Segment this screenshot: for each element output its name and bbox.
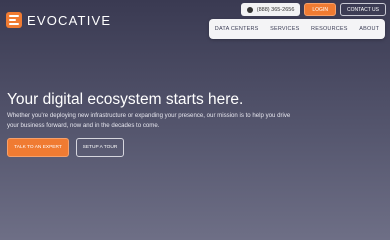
nav-item-services[interactable]: SERVICES — [270, 26, 299, 32]
setup-tour-button[interactable]: SETUP A TOUR — [76, 138, 124, 157]
nav-item-about[interactable]: ABOUT — [359, 26, 379, 32]
nav-item-resources[interactable]: RESOURCES — [311, 26, 348, 32]
hero-cta-row: TALK TO AN EXPERT SETUP A TOUR — [7, 138, 124, 157]
contact-us-button[interactable]: CONTACT US — [339, 3, 386, 16]
hero-title: Your digital ecosystem starts here. — [7, 91, 244, 108]
main-nav: DATA CENTERS SERVICES RESOURCES ABOUT — [209, 19, 385, 39]
phone-link[interactable]: (888) 365-2656 — [240, 3, 301, 16]
talk-to-expert-button[interactable]: TALK TO AN EXPERT — [7, 138, 69, 157]
brand-logo[interactable]: EVOCATIVE — [6, 12, 111, 28]
phone-icon — [246, 6, 253, 13]
hero-subtitle: Whether you're deploying new infrastruct… — [7, 112, 291, 129]
brand-name: EVOCATIVE — [27, 12, 112, 28]
nav-item-data-centers[interactable]: DATA CENTERS — [215, 26, 259, 32]
phone-number: (888) 365-2656 — [256, 6, 295, 13]
top-utility-bar: (888) 365-2656 LOGIN CONTACT US — [240, 3, 386, 16]
evocative-logo-icon — [6, 12, 22, 28]
login-button[interactable]: LOGIN — [304, 3, 336, 16]
